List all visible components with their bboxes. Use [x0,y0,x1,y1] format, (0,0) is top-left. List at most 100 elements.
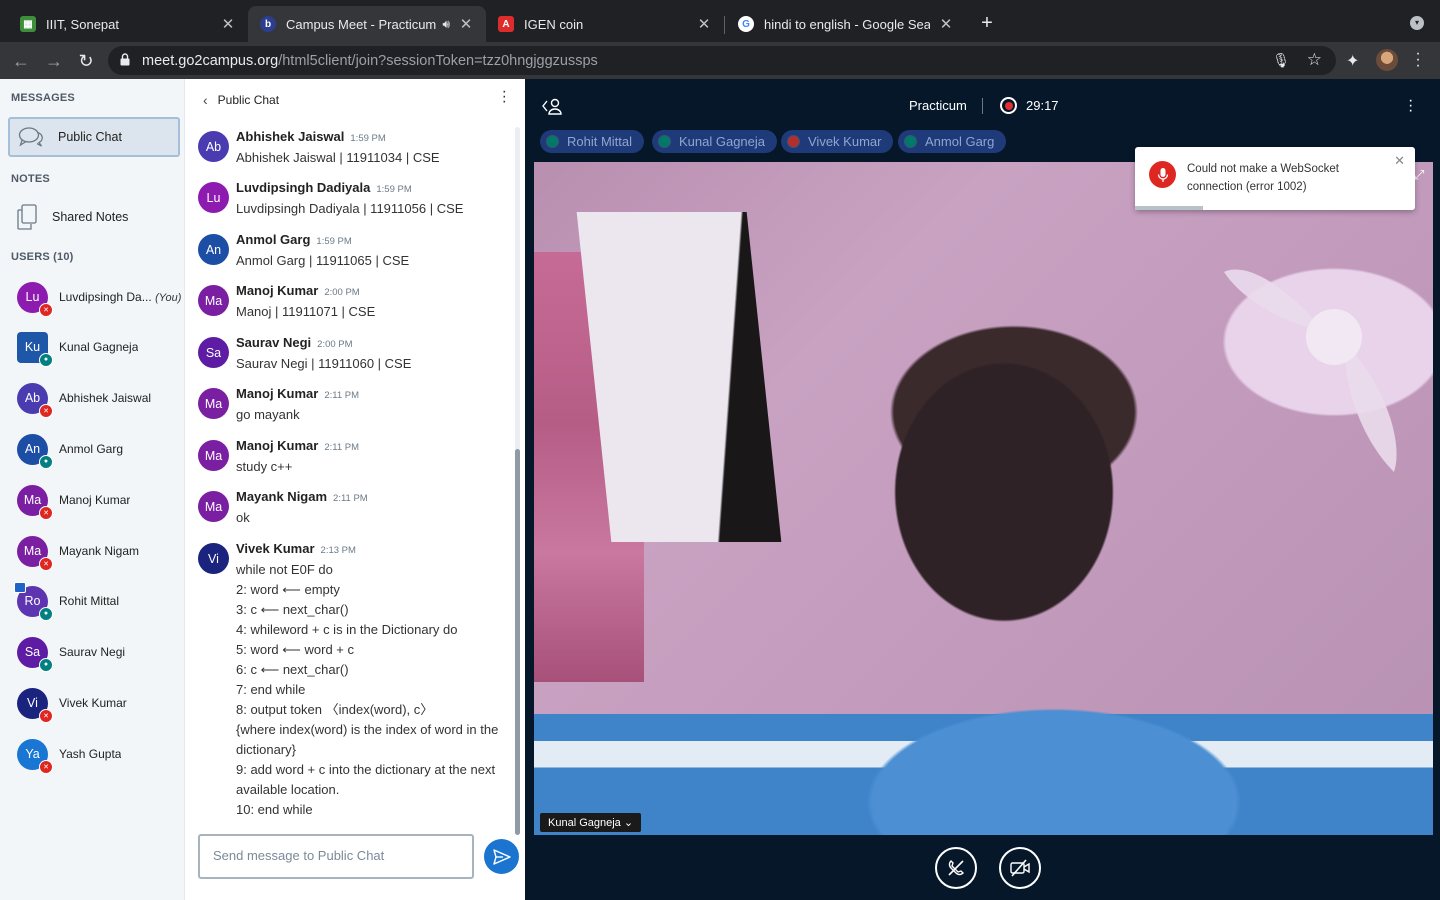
avatar: Ma [198,491,229,522]
new-tab-plus-icon[interactable]: + [976,12,998,35]
url-host: meet.go2campus.org [142,53,279,69]
angular-favicon-icon: A [498,16,514,32]
user-list-item[interactable]: Vi ✕ Vivek Kumar [17,685,182,723]
microphone-error-icon [1149,161,1176,188]
toast-message: Could not make a WebSocket connection (e… [1187,163,1339,193]
avatar-initials: Ro [24,594,41,608]
avatar-initials: Ma [204,499,223,514]
user-list-item[interactable]: An ● Anmol Garg [17,431,182,469]
tab-google-search[interactable]: G hindi to english - Google Search ✕ [726,6,966,42]
speaker-icon[interactable]: 🔊︎ [442,17,450,32]
back-arrow-icon[interactable]: ← [10,50,32,72]
forward-arrow-icon[interactable]: → [43,50,65,72]
extensions-puzzle-icon[interactable]: ✦ [1346,51,1359,71]
avatar-initials: Ma [204,448,223,463]
close-tab-icon[interactable]: ✕ [938,15,954,33]
user-name: Vivek Kumar [59,696,127,710]
avatar: Lu ✕ [17,281,53,317]
message-header: Luvdipsingh Dadiyala 1:59 PM [236,180,510,198]
message-body: Saurav Negi 2:00 PM Saurav Negi | 11911060… [236,335,510,374]
sender-name: Mayank Nigam [236,489,328,504]
message-time: 2:13 PM [320,545,356,556]
toggle-userlist-icon[interactable] [541,97,563,120]
sender-name: Manoj Kumar [236,283,319,298]
tab-separator [724,16,725,34]
tab-iiit[interactable]: ▦ IIIT, Sonepat ✕ [8,6,248,42]
close-toast-icon[interactable]: ✕ [1394,153,1405,169]
user-list-item[interactable]: Ma ✕ Mayank Nigam [17,533,182,571]
user-list-item[interactable]: Sa ● Saurav Negi [17,634,182,672]
chat-options-icon[interactable]: · · · [502,84,507,110]
user-list-item[interactable]: Ma ✕ Manoj Kumar [17,482,182,520]
user-name-text: Rohit Mittal [59,594,120,608]
video-toggle-button[interactable] [999,847,1041,889]
public-chat-item[interactable]: Public Chat [8,117,180,157]
profile-avatar[interactable] [1376,49,1398,71]
close-tab-icon[interactable]: ✕ [696,15,712,33]
video-background-ac [576,212,782,542]
talker-pill[interactable]: Kunal Gagneja [652,130,778,153]
close-tab-icon[interactable]: ✕ [458,15,474,33]
sender-name: Manoj Kumar [236,386,319,401]
avatar-initials: Ma [204,396,223,411]
recording-indicator-icon[interactable] [1000,97,1017,114]
message-body: Manoj Kumar 2:11 PM go mayank [236,386,510,425]
message-line: ok [236,510,250,525]
close-tab-icon[interactable]: ✕ [220,15,236,33]
chat-message: Sa Saurav Negi 2:00 PM Saurav Negi | 119110… [198,335,510,374]
url-text: meet.go2campus.org/html5client/join?sess… [142,53,598,69]
tab-campus-meet[interactable]: b Campus Meet - Practicum 🔊︎ ✕ [248,6,486,42]
send-message-button[interactable] [484,839,519,874]
address-bar[interactable]: meet.go2campus.org/html5client/join?sess… [108,46,1336,75]
fullscreen-icon[interactable]: ⤢ [1414,167,1424,183]
tab-search-chevron-icon[interactable]: ▾ [1410,16,1424,30]
mic-icon: ● [39,352,53,367]
avatar: Ma ✕ [17,535,53,571]
video-username-label[interactable]: Kunal Gagneja ⌄ [540,813,642,832]
audio-toggle-button[interactable] [935,847,977,889]
user-list-item[interactable]: Ro ● Rohit Mittal [14,581,182,621]
meeting-app: MESSAGES Public Chat NOTES Shared Notes … [0,79,1440,900]
chat-scrollbar[interactable] [515,127,520,835]
shared-notes-item[interactable]: Shared Notes [8,199,180,235]
talker-pill[interactable]: Anmol Garg [898,130,1007,153]
user-list-item[interactable]: Ku ● Kunal Gagneja [17,329,182,367]
chevron-left-icon[interactable]: ‹ [203,92,208,108]
message-header: Manoj Kumar 2:00 PM [236,283,510,301]
avatar: Sa [198,337,229,368]
avatar: Ku ● [17,331,53,367]
chat-message: Ma Manoj Kumar 2:11 PM go mayank [198,386,510,425]
message-line: 9: add word + c into the dictionary at t… [236,762,496,777]
chat-message: Ma Mayank Nigam 2:11 PM ok [198,489,510,528]
chat-title[interactable]: Public Chat [218,93,279,107]
microphone-icon[interactable]: 🎙︎ [1272,52,1290,69]
message-header: Saurav Negi 2:00 PM [236,335,510,353]
message-line: dictionary} [236,742,296,757]
talker-pill[interactable]: Rohit Mittal [540,130,645,153]
reload-icon[interactable]: ↻ [75,50,97,72]
webcam-video[interactable]: Kunal Gagneja ⌄ [534,162,1433,835]
browser-menu-icon[interactable]: · · · [1412,46,1424,74]
chat-message-input[interactable]: Send message to Public Chat [198,834,474,879]
user-name: Anmol Garg [59,442,123,456]
user-list-item[interactable]: Lu ✕ Luvdipsingh Da... (You) [17,279,182,317]
avatar-initials: An [205,242,222,257]
campus-meet-favicon-icon: b [260,16,276,32]
scrollbar-thumb[interactable] [515,449,520,835]
message-header: Manoj Kumar 2:11 PM [236,386,510,404]
muted-mic-icon: ✕ [39,708,53,723]
user-list-item[interactable]: Ab ✕ Abhishek Jaiswal [17,380,182,418]
user-name: Manoj Kumar [59,493,130,507]
tab-title: Campus Meet - Practicum [286,16,437,32]
bookmark-star-icon[interactable]: ☆ [1307,50,1322,70]
message-line: {where index(word) is the index of word … [236,722,499,737]
user-list-item[interactable]: Ya ✕ Yash Gupta [17,736,182,774]
url-path: /html5client/join?sessionToken=tzz0hngjg… [278,53,598,69]
talker-pill[interactable]: Vivek Kumar [781,130,894,153]
public-chat-label: Public Chat [58,130,122,144]
message-body: Manoj Kumar 2:00 PM Manoj | 11911071 | CSE [236,283,510,322]
message-header: Vivek Kumar 2:13 PM [236,541,510,559]
message-line: available location. [236,782,340,797]
options-menu-icon[interactable]: · · · [1408,93,1413,119]
tab-igen-coin[interactable]: A IGEN coin ✕ [486,6,724,42]
